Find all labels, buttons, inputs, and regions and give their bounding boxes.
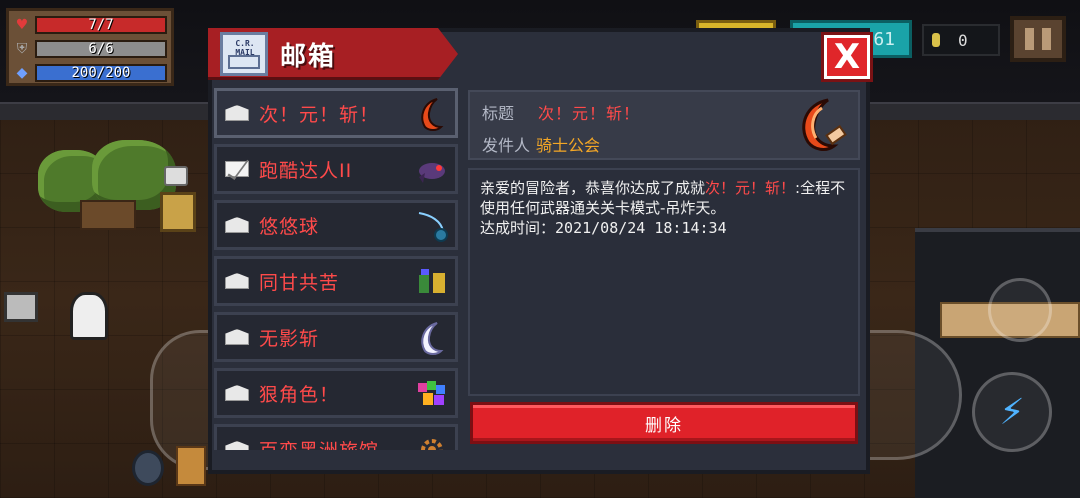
opened-envelope-icon xyxy=(225,385,249,401)
shield-icon: ⛨ xyxy=(16,41,28,57)
mail-logo-icon: C.R. MAIL xyxy=(220,32,268,76)
heart-icon: ♥ xyxy=(15,17,29,33)
energy-bar: 200/200 xyxy=(35,64,167,82)
crescent-blade-red-icon xyxy=(421,98,444,131)
pause-button[interactable] xyxy=(1010,16,1066,62)
speech-bubble-icon xyxy=(164,166,188,186)
envelope-icon xyxy=(225,161,249,177)
delete-label: 删除 xyxy=(645,415,683,436)
pause-bar-icon xyxy=(1042,28,1051,50)
mail-item-label: 悠悠球 xyxy=(259,215,320,238)
mail-body: 亲爱的冒险者，恭喜你达成了成就次！元！斩！:全程不使用任何武器通关关卡模式-吊炸… xyxy=(468,168,860,396)
mail-body-achievement: 次！元！斩！ xyxy=(705,179,796,197)
wooden-sign xyxy=(80,200,136,230)
mail-item-label: 狠角色！ xyxy=(259,383,340,406)
mail-title-row: 标题 次！元！斩！ xyxy=(482,100,640,124)
mail-list[interactable]: 次！元！斩！ 跑酷达人II 悠悠球同甘共苦无影斩狠角色！ 百变黑洲旅馆 xyxy=(214,88,460,450)
armor-text: 6/6 xyxy=(88,41,114,57)
crescent-blade-white-icon xyxy=(421,322,444,355)
duo-characters-icon xyxy=(419,269,445,293)
armor-row: ⛨ 6/6 xyxy=(13,38,167,60)
npc-rabbit xyxy=(70,292,108,340)
special-skill-button[interactable]: ⚡ xyxy=(972,372,1052,452)
player-stats-panel: ♥ 7/7 ⛨ 6/6 ◆ 200/200 xyxy=(6,8,174,86)
opened-envelope-icon xyxy=(225,217,249,233)
mail-title-value: 次！元！斩！ xyxy=(538,104,641,123)
mail-sender-row: 发件人 骑士公会 xyxy=(482,132,600,156)
hp-text: 7/7 xyxy=(88,17,114,33)
mailbox-header: C.R. MAIL 邮箱 xyxy=(208,28,458,80)
mail-item-label: 跑酷达人II xyxy=(259,159,353,182)
mailbox-dialog: C.R. MAIL 邮箱 X 次！元！斩！ 跑酷达人II 悠悠球同甘共苦无影斩狠角色… xyxy=(208,28,870,474)
mail-list-item[interactable]: 次！元！斩！ xyxy=(214,88,458,138)
lightning-icon: ⚡ xyxy=(999,391,1025,433)
mail-item-label: 次！元！斩！ xyxy=(259,103,380,126)
envelope-icon xyxy=(228,55,260,69)
mail-item-label: 百变黑洲旅馆 xyxy=(259,436,379,451)
mail-body-text: 亲爱的冒险者，恭喜你达成了成就次！元！斩！:全程不使用任何武器通关关卡模式-吊炸… xyxy=(480,178,848,218)
mail-body-prefix: 亲爱的冒险者，恭喜你达成了成就 xyxy=(480,179,706,197)
npc-robot xyxy=(160,192,196,232)
mail-list-item[interactable]: 跑酷达人II xyxy=(214,144,458,194)
coin-count: 0 xyxy=(958,30,968,50)
coin-counter: 0 xyxy=(922,24,1000,56)
hp-row: ♥ 7/7 xyxy=(13,14,167,36)
gem-count: 61 xyxy=(873,29,895,50)
armor-bar: 6/6 xyxy=(35,40,167,58)
opened-envelope-icon xyxy=(225,105,249,121)
energy-row: ◆ 200/200 xyxy=(13,62,167,84)
close-button[interactable]: X xyxy=(824,35,870,79)
mailbox-title: 邮箱 xyxy=(280,42,337,72)
pause-bar-icon xyxy=(1025,28,1034,50)
crescent-blade-red-icon xyxy=(802,98,847,151)
mail-title-key: 标题 xyxy=(482,104,515,123)
coin-icon xyxy=(932,33,940,47)
mail-list-item[interactable]: 狠角色！ xyxy=(214,368,458,418)
mail-sender-key: 发件人 xyxy=(482,136,531,155)
opened-envelope-icon xyxy=(225,329,249,345)
npc-dog xyxy=(176,446,206,486)
mail-list-item[interactable]: 同甘共苦 xyxy=(214,256,458,306)
mail-time-label: 达成时间： xyxy=(480,219,556,237)
mail-time-value: 2021/08/24 18:14:34 xyxy=(555,219,727,237)
energy-crystal-icon: ◆ xyxy=(16,65,28,81)
mail-time-row: 达成时间：2021/08/24 18:14:34 xyxy=(480,218,848,238)
gear-icon xyxy=(421,439,443,450)
purple-creature-icon xyxy=(419,163,445,183)
hp-bar: 7/7 xyxy=(35,16,167,34)
mail-item-label: 同甘共苦 xyxy=(259,271,340,294)
opened-envelope-icon xyxy=(225,441,249,450)
mail-sender-value: 骑士公会 xyxy=(536,136,601,155)
computer-terminal xyxy=(4,292,38,322)
yoyo-icon xyxy=(418,212,448,242)
mail-item-label: 无影斩 xyxy=(259,327,320,350)
mail-list-item[interactable]: 百变黑洲旅馆 xyxy=(214,424,458,450)
opened-envelope-icon xyxy=(225,273,249,289)
mail-list-item[interactable]: 无影斩 xyxy=(214,312,458,362)
mail-detail-header: 标题 次！元！斩！ 发件人 骑士公会 xyxy=(468,90,860,160)
colorful-characters-icon xyxy=(418,381,445,405)
barrel xyxy=(132,450,164,486)
weapon-switch-button[interactable] xyxy=(988,278,1052,342)
mail-list-item[interactable]: 悠悠球 xyxy=(214,200,458,250)
close-icon: X xyxy=(833,37,861,77)
delete-button[interactable]: 删除 xyxy=(470,402,858,444)
energy-text: 200/200 xyxy=(71,65,131,81)
